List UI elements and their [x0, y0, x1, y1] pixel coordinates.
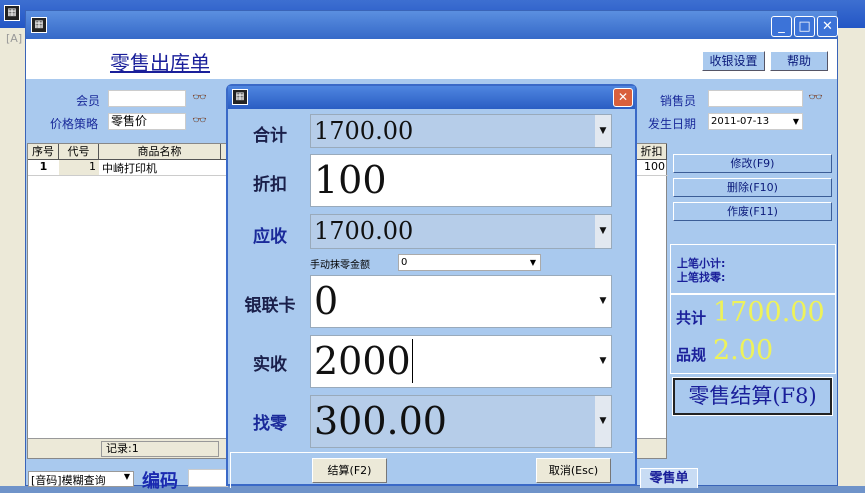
- void-button[interactable]: 作废(F11): [673, 202, 832, 221]
- rounding-label: 手动抹零金额: [310, 260, 370, 271]
- last-change-label: 上笔找零:: [677, 271, 726, 284]
- card-value: 0: [314, 279, 339, 323]
- binoculars-icon[interactable]: 👓: [192, 113, 207, 127]
- outer-tab[interactable]: [A]: [6, 32, 22, 45]
- column-header[interactable]: 商品名称: [99, 144, 221, 160]
- window-header: 零售出库单 收银设置 帮助: [26, 39, 837, 79]
- chevron-down-icon[interactable]: ▼: [793, 114, 799, 129]
- rounding-value: 0: [401, 257, 408, 268]
- binoculars-icon[interactable]: 👓: [808, 90, 823, 104]
- receivable-label: 应收: [253, 227, 287, 247]
- price-policy-input[interactable]: 零售价: [108, 113, 186, 130]
- chevron-down-icon[interactable]: ▼: [595, 115, 611, 147]
- salesperson-label: 销售员: [660, 94, 697, 108]
- chevron-down-icon[interactable]: ▼: [595, 276, 611, 327]
- edit-button[interactable]: 修改(F9): [673, 154, 832, 173]
- chevron-down-icon[interactable]: ▼: [124, 472, 130, 481]
- cell-seq: 1: [39, 160, 48, 173]
- cell-name: 中崎打印机: [102, 162, 157, 175]
- total-label: 合计: [253, 126, 287, 146]
- cashier-settings-button[interactable]: 收银设置: [702, 51, 765, 71]
- cancel-button[interactable]: 取消(Esc): [536, 458, 611, 483]
- date-picker[interactable]: 2011-07-13 ▼: [708, 113, 803, 130]
- close-button[interactable]: ✕: [817, 16, 838, 37]
- chevron-down-icon[interactable]: ▼: [530, 255, 536, 270]
- date-label: 发生日期: [648, 117, 697, 131]
- dialog-title-bar: ▦ ✕: [228, 86, 635, 109]
- record-count: 记录:1: [101, 441, 219, 457]
- column-header[interactable]: 折扣: [637, 144, 667, 160]
- code-input[interactable]: [188, 469, 228, 487]
- app-icon: ▦: [4, 5, 20, 21]
- change-label: 找零: [253, 414, 287, 434]
- text-cursor: [411, 339, 413, 383]
- last-subtotal-label: 上笔小计:: [677, 257, 726, 270]
- change-field[interactable]: 300.00 ▼: [310, 395, 612, 448]
- items-value: 2.00: [713, 335, 774, 366]
- total-value: 1700.00: [713, 297, 825, 328]
- dialog-icon: ▦: [232, 89, 248, 105]
- totals-box: 共计 1700.00 品规 2.00: [670, 294, 836, 374]
- cell-discount: 100: [644, 160, 665, 173]
- card-input[interactable]: 0 ▼: [310, 275, 612, 328]
- change-value: 300.00: [314, 399, 447, 443]
- total-field-value: 1700.00: [314, 117, 414, 145]
- total-label: 共计: [676, 309, 707, 327]
- cell-code: 1: [59, 160, 99, 175]
- receivable-field[interactable]: 1700.00 ▼: [310, 214, 612, 249]
- minimize-button[interactable]: _: [771, 16, 792, 37]
- dialog-close-button[interactable]: ✕: [613, 88, 633, 107]
- delete-button[interactable]: 删除(F10): [673, 178, 832, 197]
- page-title: 零售出库单: [110, 51, 210, 75]
- column-header[interactable]: 代号: [59, 144, 99, 160]
- discount-input[interactable]: 100: [310, 154, 612, 207]
- retail-checkout-button[interactable]: 零售结算(F8): [672, 377, 833, 416]
- tab-retail-order[interactable]: 零售单: [640, 468, 698, 488]
- search-mode-select[interactable]: [音码]模糊查询 ▼: [28, 471, 134, 487]
- date-value: 2011-07-13: [711, 116, 770, 127]
- items-label: 品规: [676, 346, 707, 364]
- window-title-bar: ▦ _ □ ✕: [26, 11, 838, 39]
- price-policy-label: 价格策略: [50, 117, 99, 131]
- member-input[interactable]: [108, 90, 186, 107]
- receivable-value: 1700.00: [314, 217, 414, 245]
- total-field[interactable]: 1700.00 ▼: [310, 114, 612, 148]
- received-input[interactable]: 2000 ▼: [310, 335, 612, 388]
- checkout-dialog: ▦ ✕ 合计 1700.00 ▼ 折扣 100 应收 1700.00 ▼ 手动抹零金…: [226, 84, 637, 488]
- window-icon: ▦: [31, 17, 47, 33]
- chevron-down-icon[interactable]: ▼: [595, 215, 611, 248]
- member-label: 会员: [76, 94, 101, 108]
- card-label: 银联卡: [244, 296, 296, 316]
- received-label: 实收: [253, 355, 287, 375]
- binoculars-icon[interactable]: 👓: [192, 90, 207, 104]
- maximize-button[interactable]: □: [794, 16, 815, 37]
- help-button[interactable]: 帮助: [770, 51, 828, 71]
- chevron-down-icon[interactable]: ▼: [595, 396, 611, 447]
- received-value: 2000: [314, 339, 411, 383]
- code-label: 编码: [142, 471, 178, 492]
- column-header[interactable]: 序号: [28, 144, 59, 160]
- chevron-down-icon[interactable]: ▼: [595, 336, 611, 387]
- last-transaction-box: 上笔小计: 上笔找零:: [670, 244, 836, 294]
- app-side-panel: [A]: [0, 28, 25, 486]
- rounding-select[interactable]: 0 ▼: [398, 254, 541, 271]
- search-mode-value: [音码]模糊查询: [31, 474, 106, 487]
- discount-label: 折扣: [253, 175, 287, 195]
- salesperson-input[interactable]: [708, 90, 803, 107]
- settle-button[interactable]: 结算(F2): [312, 458, 387, 483]
- app-right-edge: [838, 28, 865, 486]
